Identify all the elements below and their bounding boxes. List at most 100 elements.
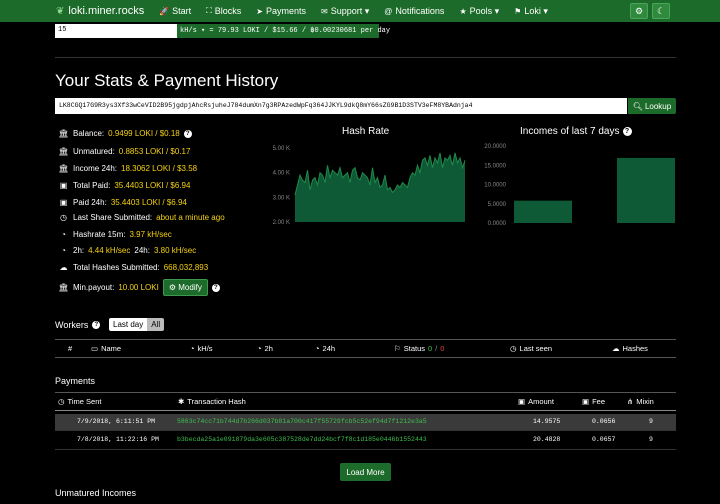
clock-icon: ◷ (60, 213, 67, 222)
y-tick-label: 20.0000 (484, 144, 506, 150)
stat-label: 2h: (73, 246, 85, 255)
col-2h-label: 2h (264, 344, 273, 353)
stat-label: Min.payout: (73, 283, 115, 292)
income-bar[interactable] (617, 157, 675, 223)
col-fee[interactable]: ▣ Fee (582, 397, 605, 406)
stat-row: ▣ Paid 24h: 35.4403 LOKI / $6.94 (58, 198, 187, 207)
stat-label: Paid 24h: (73, 198, 107, 207)
payment-row[interactable]: 7/9/2018, 6:11:51 PM 5863c74cc71b744d7b2… (55, 414, 676, 430)
blocks-icon: ⛶ (206, 6, 212, 15)
nav-blocks-label: Blocks (214, 6, 242, 16)
payment-fee: 0.0656 (592, 418, 616, 425)
col-amount[interactable]: ▣ Amount (518, 397, 554, 406)
nav-payments[interactable]: ➤ Payments (256, 6, 306, 16)
leaf-icon: ❦ (56, 5, 65, 17)
col-tx-hash-label: Transaction Hash (187, 397, 246, 406)
nav-blocks[interactable]: ⛶ Blocks (206, 6, 241, 16)
col-status[interactable]: ⚐ Status 0 / 0 (394, 344, 444, 353)
stat-value: 668,032,893 (163, 263, 209, 272)
page-title: Your Stats & Payment History (55, 71, 279, 90)
payment-row[interactable]: 7/8/2018, 11:22:16 PM b3becda25a1e091879… (55, 432, 676, 448)
nav-start[interactable]: 🚀 Start (159, 6, 191, 16)
stat-label: Income 24h: (73, 164, 118, 173)
hashrate-chart-title: Hash Rate (342, 126, 390, 137)
gear-icon: ⚙ (168, 283, 179, 292)
workers-range-toggle: Last day All (109, 318, 165, 331)
col-amount-label: Amount (528, 397, 554, 406)
col-tx-hash[interactable]: ✱ Transaction Hash (178, 397, 246, 406)
stat-label: Last Share Submitted: (73, 213, 153, 222)
y-tick-label: 5.0000 (488, 202, 507, 208)
star-icon: ★ (459, 6, 467, 16)
search-icon: 🔍︎ (632, 101, 643, 111)
col-2h[interactable]: ◔ 2h (257, 344, 273, 353)
help-icon[interactable]: ? (183, 129, 192, 138)
col-time-sent[interactable]: ◷ Time Sent (58, 397, 101, 406)
payment-amount: 14.9575 (533, 418, 561, 425)
at-icon: @ (384, 6, 393, 16)
payment-hash-link[interactable]: b3becda25a1e091879da3e605c387528de7dd24b… (177, 436, 427, 443)
monitor-icon: ▭ (91, 344, 99, 353)
cloud-upload-icon: ☁ (612, 344, 620, 353)
brand-logo[interactable]: ❦ loki.miner.rocks (56, 5, 144, 17)
tachometer-icon: ◔ (257, 344, 262, 353)
stat-value: 0.9499 LOKI / $0.18 (108, 129, 180, 138)
money-icon: ▣ (518, 397, 526, 406)
row-divider (55, 449, 676, 450)
col-index[interactable]: # (68, 344, 72, 353)
cloud-upload-icon: ☁ (59, 263, 68, 272)
y-tick-label: 4.00 K (273, 171, 290, 177)
col-last-seen[interactable]: ◷ Last seen (510, 344, 552, 353)
stat-row: 🏛 Min.payout: 10.00 LOKI ⚙ Modify? (58, 279, 220, 296)
earnings-estimate[interactable]: kH/s ▾ = 79.93 LOKI / $15.66 / ฿0.002306… (177, 24, 390, 38)
stat-value: 18.3062 LOKI / $3.58 (121, 164, 198, 173)
clock-icon: ◷ (58, 397, 65, 406)
income-bar[interactable] (514, 200, 572, 223)
nav-support[interactable]: ✉ Support ▾ (321, 6, 369, 17)
stat-label: Total Hashes Submitted: (73, 263, 160, 272)
y-tick-label: 0.0000 (488, 221, 507, 227)
col-hashes[interactable]: ☁ Hashes (612, 344, 648, 353)
payment-time: 7/8/2018, 11:22:16 PM (77, 436, 159, 443)
payment-amount: 20.4828 (533, 436, 561, 443)
stat-value: 35.4403 LOKI / $6.94 (114, 181, 191, 190)
nav-loki[interactable]: ⚑ Loki ▾ (514, 6, 548, 17)
bank-icon: 🏛 (58, 283, 69, 292)
settings-button[interactable]: ⚙ (630, 3, 648, 19)
help-icon[interactable]: ? (622, 127, 632, 136)
stat-row: 🏛 Income 24h: 18.3062 LOKI / $3.58 (58, 164, 197, 173)
nav-notifications[interactable]: @ Notifications (384, 6, 444, 16)
hashrate-input[interactable]: 15 (55, 24, 177, 38)
navbar: ❦ loki.miner.rocks 🚀 Start ⛶ Blocks ➤ Payme… (0, 0, 720, 22)
help-icon[interactable]: ? (211, 283, 220, 292)
nav-start-label: Start (172, 6, 192, 16)
workers-header-top-line (55, 339, 676, 340)
lookup-button[interactable]: 🔍︎ Lookup (628, 98, 676, 114)
payments-header-top-line (55, 392, 676, 393)
toggle-all[interactable]: All (147, 318, 165, 331)
workers-title: Workers (55, 320, 89, 330)
nav-pools[interactable]: ★ Pools ▾ (459, 6, 499, 17)
col-mixin[interactable]: ⋔ Mixin (627, 397, 654, 406)
stat-label: Unmatured: (73, 147, 115, 156)
support-icon: ✉ (321, 6, 328, 16)
lookup-label: Lookup (644, 101, 672, 111)
col-name[interactable]: ▭ Name (91, 344, 121, 353)
payment-hash-link[interactable]: 5863c74cc71b744d7b266d037b81a700c417f557… (177, 418, 427, 425)
stat-row: ☁ Total Hashes Submitted: 668,032,893 (58, 263, 209, 272)
stat-value: 3.97 kH/sec (129, 230, 172, 239)
modify-payout-button[interactable]: ⚙ Modify (162, 279, 208, 296)
col-index-label: # (68, 344, 73, 353)
theme-toggle-button[interactable]: ☾ (652, 3, 670, 19)
help-icon[interactable]: ? (92, 321, 101, 329)
workers-header-bottom-line (55, 357, 676, 358)
stat-label: 24h: (134, 246, 150, 255)
load-more-button[interactable]: Load More (340, 463, 391, 481)
wallet-address-input[interactable]: LK8CGQ17G9R3ys3Xf33wCeVID2B95jgdpjAhcRsj… (55, 98, 627, 114)
clock-icon: ◷ (510, 344, 517, 353)
toggle-last-day[interactable]: Last day (109, 318, 148, 331)
stat-label: Hashrate 15m: (73, 230, 126, 239)
col-khs[interactable]: ◔ kH/s (190, 344, 213, 353)
col-24h[interactable]: ◔ 24h (315, 344, 335, 353)
money-icon: ▣ (582, 397, 590, 406)
